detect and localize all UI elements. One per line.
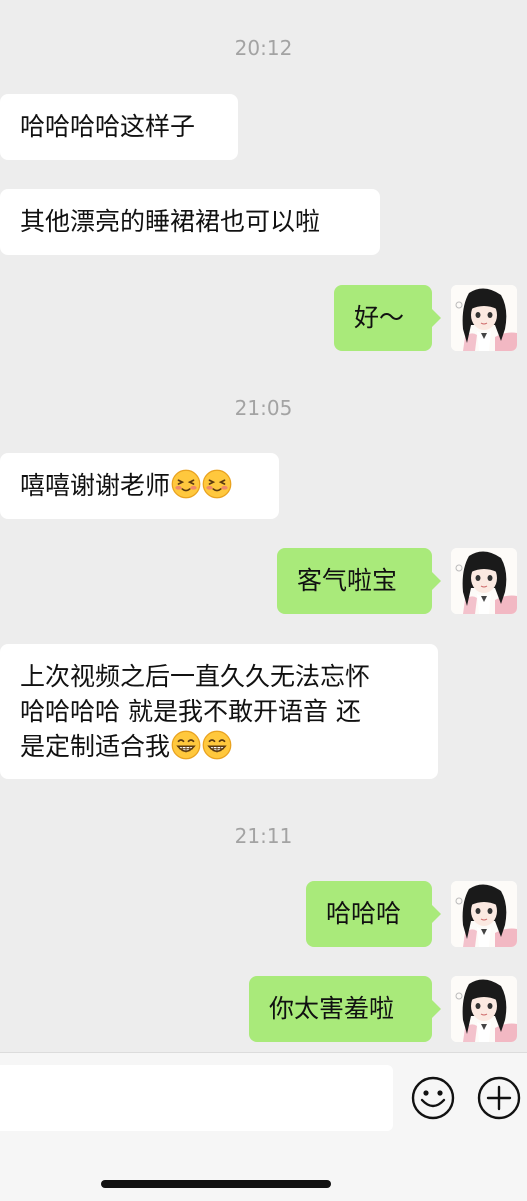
blush-face-emoji [202, 469, 232, 508]
timestamp: 21:05 [234, 396, 293, 420]
outgoing-message[interactable]: 你太害羞啦 [249, 976, 441, 1042]
message-text: 其他漂亮的睡裙裙也可以啦 [20, 207, 321, 236]
grin-face-emoji [202, 730, 232, 769]
message-text: 哈哈哈 [326, 899, 402, 928]
message-text: 上次视频之后一直久久无法忘怀 [20, 662, 371, 691]
message-text: 哈哈哈哈 就是我不敢开语音 还 [20, 697, 361, 726]
emoji-icon[interactable] [410, 1075, 456, 1121]
message-text: 是定制适合我 [20, 732, 171, 761]
message-text: 客气啦宝 [297, 566, 398, 595]
incoming-message[interactable]: 其他漂亮的睡裙裙也可以啦 [0, 189, 380, 255]
avatar[interactable] [451, 548, 517, 614]
outgoing-message[interactable]: 哈哈哈 [306, 881, 441, 947]
avatar[interactable] [451, 976, 517, 1042]
incoming-message[interactable]: 嘻嘻谢谢老师 [0, 453, 279, 519]
avatar[interactable] [451, 285, 517, 351]
timestamp: 20:12 [234, 36, 293, 60]
message-text: 你太害羞啦 [269, 994, 395, 1023]
outgoing-message[interactable]: 客气啦宝 [277, 548, 441, 614]
outgoing-message[interactable]: 好～ [334, 285, 441, 351]
blush-face-emoji [171, 469, 201, 508]
avatar[interactable] [451, 881, 517, 947]
timestamp: 21:11 [234, 824, 293, 848]
plus-icon[interactable] [476, 1075, 522, 1121]
message-text: 哈哈哈哈这样子 [20, 112, 196, 141]
message-text: 好～ [354, 303, 405, 332]
message-text: 嘻嘻谢谢老师 [20, 471, 171, 500]
home-indicator [101, 1180, 331, 1188]
grin-face-emoji [171, 730, 201, 769]
incoming-message[interactable]: 哈哈哈哈这样子 [0, 94, 238, 160]
incoming-message[interactable]: 上次视频之后一直久久无法忘怀 哈哈哈哈 就是我不敢开语音 还 是定制适合我 [0, 644, 438, 779]
message-input[interactable] [0, 1065, 393, 1131]
